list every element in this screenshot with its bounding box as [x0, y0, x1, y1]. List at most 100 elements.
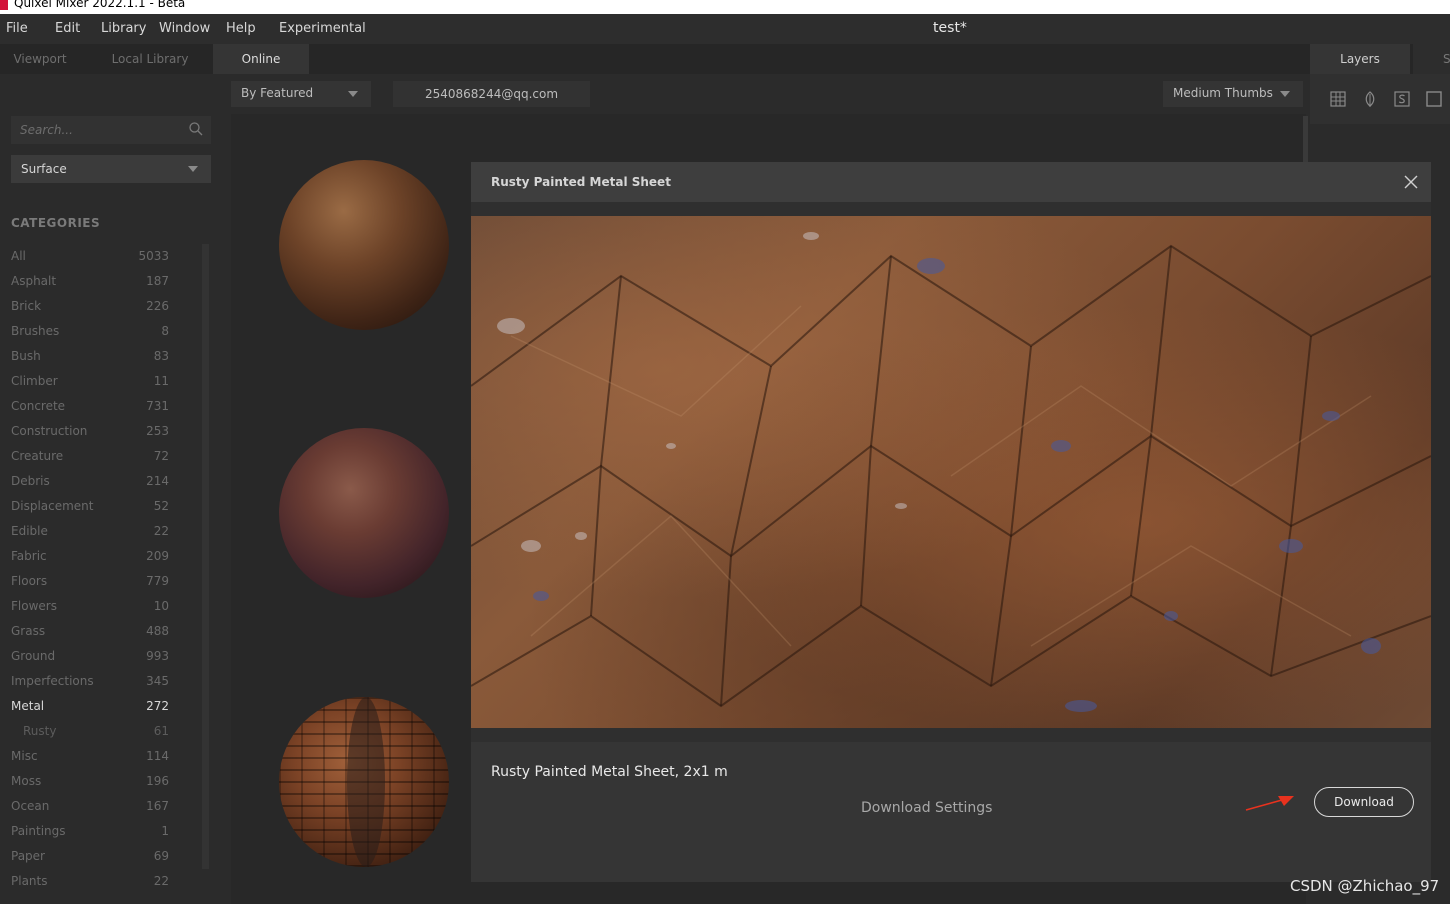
- download-button[interactable]: Download: [1314, 787, 1414, 817]
- category-name: Creature: [11, 449, 64, 463]
- menu-edit[interactable]: Edit: [55, 21, 80, 36]
- category-item-flowers[interactable]: Flowers 10: [0, 597, 200, 617]
- menu-window[interactable]: Window: [159, 21, 210, 36]
- grid-layer-icon[interactable]: [1329, 90, 1347, 108]
- category-item-asphalt[interactable]: Asphalt 187: [0, 272, 200, 292]
- category-item-floors[interactable]: Floors 779: [0, 572, 200, 592]
- category-item-paper[interactable]: Paper 69: [0, 847, 200, 867]
- category-count: 731: [146, 399, 169, 413]
- category-name: Ocean: [11, 799, 50, 813]
- sidebar-scrollbar[interactable]: [202, 244, 209, 869]
- asset-thumbnail[interactable]: [279, 428, 449, 598]
- asset-thumbnail[interactable]: [279, 697, 449, 867]
- category-item-misc[interactable]: Misc 114: [0, 747, 200, 767]
- close-icon[interactable]: [1403, 174, 1419, 190]
- modal-title: Rusty Painted Metal Sheet: [491, 175, 671, 189]
- category-item-imperfections[interactable]: Imperfections 345: [0, 672, 200, 692]
- category-count: 345: [146, 674, 169, 688]
- category-item-moss[interactable]: Moss 196: [0, 772, 200, 792]
- chevron-down-icon: [1280, 91, 1290, 97]
- category-item-plants[interactable]: Plants 22: [0, 872, 200, 892]
- category-name: Paintings: [11, 824, 66, 838]
- category-item-debris[interactable]: Debris 214: [0, 472, 200, 492]
- os-titlebar: Quixel Mixer 2022.1.1 - Beta: [0, 0, 1450, 14]
- tab-layers[interactable]: Layers: [1310, 44, 1410, 74]
- category-item-creature[interactable]: Creature 72: [0, 447, 200, 467]
- square-layer-icon[interactable]: [1425, 90, 1443, 108]
- category-name: Debris: [11, 474, 50, 488]
- asset-preview-image: [471, 216, 1431, 728]
- category-item-climber[interactable]: Climber 11: [0, 372, 200, 392]
- category-item-brushes[interactable]: Brushes 8: [0, 322, 200, 342]
- category-count: 22: [153, 524, 169, 538]
- download-settings-link[interactable]: Download Settings: [861, 800, 992, 816]
- category-name: Bush: [11, 349, 41, 363]
- category-item-brick[interactable]: Brick 226: [0, 297, 200, 317]
- category-item-bush[interactable]: Bush 83: [0, 347, 200, 367]
- category-item-concrete[interactable]: Concrete 731: [0, 397, 200, 417]
- thumb-size-value: Medium Thumbs: [1173, 86, 1273, 100]
- sort-select[interactable]: By Featured: [231, 81, 371, 107]
- surface-select[interactable]: Surface: [11, 155, 211, 183]
- category-count: 5033: [138, 249, 169, 263]
- smart-material-icon[interactable]: [1393, 90, 1411, 108]
- sort-select-value: By Featured: [241, 86, 314, 100]
- category-count: 11: [153, 374, 169, 388]
- category-name: Rusty: [23, 724, 57, 738]
- tab-bar: Viewport Local Library Online Layers S: [0, 44, 1450, 74]
- category-item-ocean[interactable]: Ocean 167: [0, 797, 200, 817]
- category-item-displacement[interactable]: Displacement 52: [0, 497, 200, 517]
- tab-next[interactable]: S: [1413, 44, 1450, 74]
- menu-bar: File Edit Library Window Help Experiment…: [0, 14, 1450, 44]
- category-count: 72: [153, 449, 169, 463]
- category-count: 779: [146, 574, 169, 588]
- category-count: 196: [146, 774, 169, 788]
- category-item-grass[interactable]: Grass 488: [0, 622, 200, 642]
- layers-toolbar: [1310, 74, 1450, 124]
- categories-heading: CATEGORIES: [11, 216, 101, 230]
- category-count: 1: [161, 824, 169, 838]
- category-item-rusty[interactable]: Rusty 61: [0, 722, 200, 742]
- asset-name: Rusty Painted Metal Sheet, 2x1 m: [491, 764, 728, 780]
- menu-file[interactable]: File: [6, 21, 28, 36]
- category-count: 272: [146, 699, 169, 713]
- category-item-all[interactable]: All 5033: [0, 247, 200, 267]
- category-name: Floors: [11, 574, 48, 588]
- document-title: test*: [933, 20, 967, 36]
- chevron-down-icon: [348, 91, 358, 97]
- category-item-construction[interactable]: Construction 253: [0, 422, 200, 442]
- thumb-size-select[interactable]: Medium Thumbs: [1163, 81, 1303, 107]
- category-count: 69: [153, 849, 169, 863]
- category-item-paintings[interactable]: Paintings 1: [0, 822, 200, 842]
- category-count: 209: [146, 549, 169, 563]
- modal-header: Rusty Painted Metal Sheet: [471, 162, 1431, 202]
- tab-local-library[interactable]: Local Library: [100, 44, 200, 74]
- tab-next-label: S: [1443, 52, 1450, 66]
- category-name: Climber: [11, 374, 58, 388]
- category-count: 993: [146, 649, 169, 663]
- category-name: Paper: [11, 849, 45, 863]
- category-name: Flowers: [11, 599, 57, 613]
- category-count: 187: [146, 274, 169, 288]
- user-account[interactable]: 2540868244@qq.com: [393, 81, 590, 107]
- menu-help[interactable]: Help: [226, 21, 256, 36]
- search-input[interactable]: Search...: [11, 116, 211, 144]
- tab-viewport[interactable]: Viewport: [0, 44, 80, 74]
- category-name: Plants: [11, 874, 48, 888]
- category-item-fabric[interactable]: Fabric 209: [0, 547, 200, 567]
- category-item-edible[interactable]: Edible 22: [0, 522, 200, 542]
- menu-experimental[interactable]: Experimental: [279, 21, 366, 36]
- asset-thumbnail[interactable]: [279, 160, 449, 330]
- tab-online[interactable]: Online: [213, 44, 309, 74]
- leaf-icon[interactable]: [1361, 90, 1379, 108]
- search-placeholder: Search...: [20, 123, 73, 137]
- category-name: Fabric: [11, 549, 47, 563]
- chevron-down-icon: [188, 166, 198, 172]
- category-name: Construction: [11, 424, 88, 438]
- category-item-ground[interactable]: Ground 993: [0, 647, 200, 667]
- user-email: 2540868244@qq.com: [424, 87, 559, 101]
- category-item-metal[interactable]: Metal 272: [0, 697, 200, 717]
- menu-library[interactable]: Library: [101, 21, 146, 36]
- search-icon[interactable]: [188, 121, 204, 137]
- category-count: 52: [153, 499, 169, 513]
